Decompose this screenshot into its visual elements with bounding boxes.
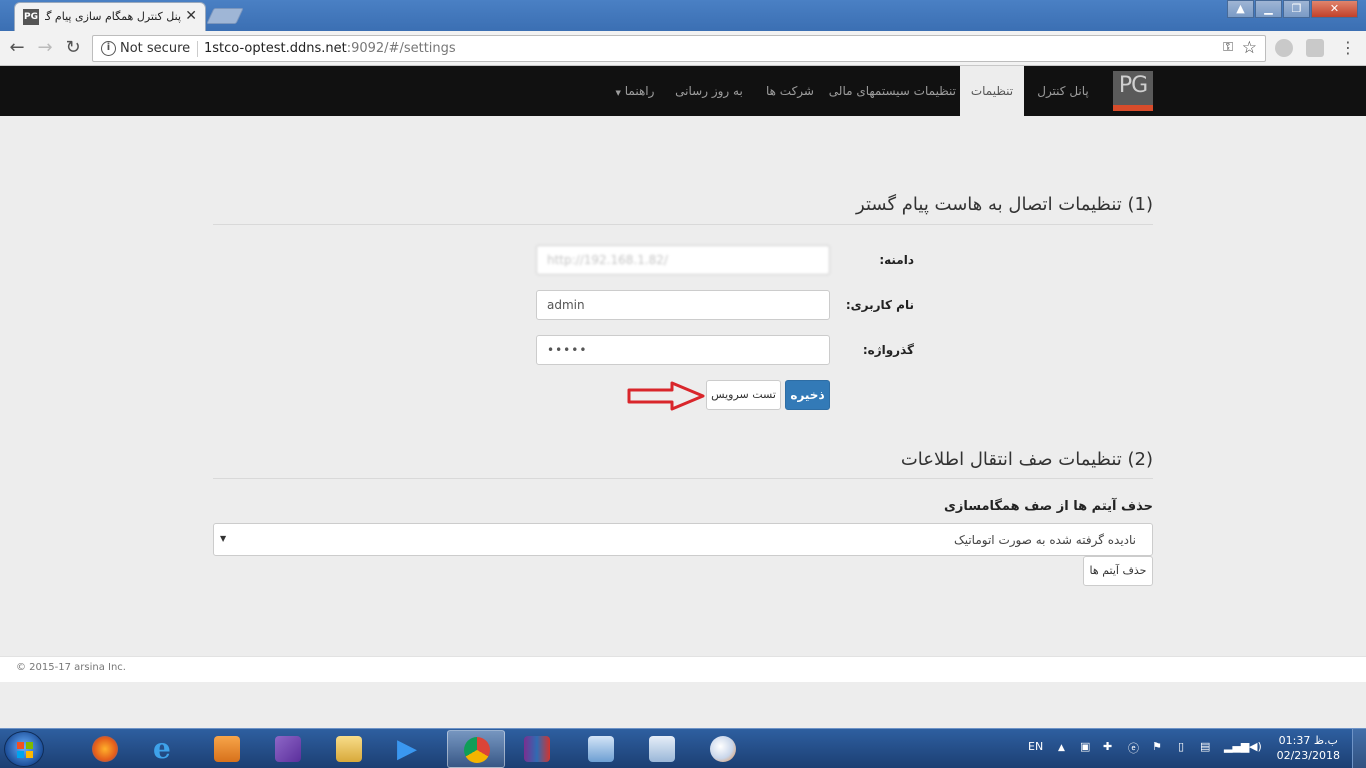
domain-input[interactable]: http://192.168.1.82/ bbox=[536, 245, 830, 275]
url-host: 1stco-optest.ddns.net bbox=[204, 41, 347, 56]
key-icon[interactable]: ⚿ bbox=[1223, 40, 1233, 55]
favicon-icon: PG bbox=[23, 9, 39, 25]
signal-icon[interactable]: ▂▄▆ bbox=[1224, 740, 1249, 753]
windows-logo-icon bbox=[17, 742, 33, 758]
window-close-button[interactable]: ✕ bbox=[1311, 0, 1358, 18]
section-title-host-connection: (1) تنظیمات اتصال به هاست پیام گستر bbox=[856, 194, 1153, 215]
info-icon[interactable]: i bbox=[101, 41, 116, 56]
remove-items-button[interactable]: حذف آیتم ها bbox=[1083, 556, 1153, 586]
winrar-taskbar-icon[interactable] bbox=[508, 730, 566, 768]
password-input[interactable]: ••••• bbox=[536, 335, 830, 365]
internet-explorer-taskbar-icon[interactable]: e bbox=[137, 730, 195, 768]
nav-item-update[interactable]: به روز رسانی bbox=[668, 66, 750, 116]
queue-removal-label: حذف آیتم ها از صف همگامسازی bbox=[943, 499, 1153, 514]
omnibox-divider bbox=[197, 41, 198, 57]
copyright-text: © 2015-17 arsina Inc. bbox=[16, 662, 126, 673]
nav-help-label: راهنما bbox=[624, 84, 655, 98]
queue-removal-select[interactable]: نادیده گرفته شده به صورت اتوماتیک ▼ bbox=[213, 523, 1153, 556]
chevron-down-icon: ▼ bbox=[615, 89, 621, 97]
new-tab-button[interactable] bbox=[206, 8, 244, 24]
forward-arrow-icon[interactable]: → bbox=[34, 38, 56, 60]
section-divider bbox=[213, 478, 1153, 479]
address-bar[interactable]: i Not secure 1stco-optest.ddns.net:9092/… bbox=[92, 35, 1266, 62]
windows-taskbar: e ▶ EN ▲ ▣ ✚ ⓔ ⚑ ▯ ▤ ▂▄▆ ◀) 01:37 ب.ظ 02… bbox=[0, 728, 1366, 768]
file-explorer-taskbar-icon[interactable] bbox=[320, 730, 378, 768]
tray-e-icon[interactable]: ⓔ bbox=[1128, 740, 1139, 756]
nav-item-control-panel[interactable]: پانل کنترل bbox=[1024, 66, 1102, 116]
domain-label: دامنه: bbox=[879, 253, 914, 267]
volume-icon[interactable]: ◀) bbox=[1249, 740, 1262, 753]
page-footer: © 2015-17 arsina Inc. bbox=[0, 656, 1366, 682]
media-player-taskbar-icon[interactable] bbox=[198, 730, 256, 768]
select-caret-icon: ▼ bbox=[220, 534, 227, 543]
nav-item-help[interactable]: راهنما ▼ bbox=[605, 66, 665, 116]
tray-app-icon[interactable]: ✚ bbox=[1103, 740, 1112, 753]
not-secure-label[interactable]: Not secure bbox=[120, 41, 190, 56]
clock-time: 01:37 ب.ظ bbox=[1278, 734, 1338, 747]
test-service-button[interactable]: تست سرویس bbox=[706, 380, 781, 410]
username-label: نام کاربری: bbox=[845, 298, 914, 312]
back-arrow-icon[interactable]: ← bbox=[6, 38, 28, 60]
section-title-queue: (2) تنظیمات صف انتقال اطلاعات bbox=[900, 449, 1153, 470]
visual-studio-taskbar-icon[interactable] bbox=[259, 730, 317, 768]
battery-icon[interactable]: ▯ bbox=[1178, 740, 1184, 753]
tab-title: پنل کنترل همگام سازی پیام گستر bbox=[45, 10, 181, 23]
play-taskbar-icon[interactable]: ▶ bbox=[381, 730, 439, 768]
url-path: :9092/#/settings bbox=[346, 41, 456, 56]
select-value: نادیده گرفته شده به صورت اتوماتیک bbox=[953, 533, 1136, 547]
nav-item-financial-settings[interactable]: تنظیمات سیستمهای مالی bbox=[829, 66, 956, 116]
brand-accent-bar bbox=[1113, 105, 1153, 111]
clock-date: 02/23/2018 bbox=[1276, 749, 1340, 762]
brand-text: PG bbox=[1118, 73, 1148, 98]
extension-icon[interactable] bbox=[1275, 39, 1293, 57]
remote-desktop-taskbar-icon[interactable] bbox=[572, 730, 630, 768]
brand-logo[interactable]: PG bbox=[1113, 71, 1153, 111]
display-icon[interactable]: ▤ bbox=[1200, 740, 1210, 753]
nav-item-companies[interactable]: شرکت ها bbox=[757, 66, 823, 116]
control-panel-taskbar-icon[interactable] bbox=[633, 730, 691, 768]
firefox-taskbar-icon[interactable] bbox=[76, 730, 134, 768]
section-divider bbox=[213, 224, 1153, 225]
red-arrow-annotation-icon bbox=[627, 381, 705, 411]
nav-item-settings[interactable]: تنظیمات bbox=[960, 66, 1024, 116]
network-device-icon[interactable]: ▣ bbox=[1080, 740, 1090, 753]
window-up-button[interactable]: ▲ bbox=[1227, 0, 1254, 18]
browser-tabstrip: PG پنل کنترل همگام سازی پیام گستر ✕ ▲ ▁ … bbox=[0, 0, 1366, 31]
window-controls: ▲ ▁ ❐ ✕ bbox=[1227, 0, 1358, 20]
tab-close-icon[interactable]: ✕ bbox=[185, 8, 197, 24]
language-indicator[interactable]: EN bbox=[1028, 740, 1043, 753]
show-hidden-icons-icon[interactable]: ▲ bbox=[1058, 743, 1065, 753]
save-button[interactable]: ذخیره bbox=[785, 380, 830, 410]
extension-icon[interactable] bbox=[1306, 39, 1324, 57]
start-button[interactable] bbox=[4, 731, 44, 767]
reload-icon[interactable]: ↻ bbox=[62, 38, 84, 60]
minimize-button[interactable]: ▁ bbox=[1255, 0, 1282, 18]
paint-taskbar-icon[interactable] bbox=[694, 730, 752, 768]
username-input[interactable]: admin bbox=[536, 290, 830, 320]
browser-tab[interactable]: PG پنل کنترل همگام سازی پیام گستر ✕ bbox=[14, 2, 206, 31]
app-navbar: PG پانل کنترل تنظیمات تنظیمات سیستمهای م… bbox=[0, 66, 1366, 116]
url-text[interactable]: 1stco-optest.ddns.net:9092/#/settings bbox=[204, 41, 456, 56]
password-label: گذرواژه: bbox=[862, 343, 914, 357]
show-desktop-button[interactable] bbox=[1352, 729, 1366, 768]
action-center-flag-icon[interactable]: ⚑ bbox=[1152, 740, 1162, 753]
browser-menu-icon[interactable]: ⋮ bbox=[1340, 39, 1356, 57]
chrome-taskbar-icon[interactable] bbox=[447, 730, 505, 768]
maximize-button[interactable]: ❐ bbox=[1283, 0, 1310, 18]
browser-toolbar: ← → ↻ i Not secure 1stco-optest.ddns.net… bbox=[0, 31, 1366, 66]
bookmark-star-icon[interactable]: ☆ bbox=[1242, 38, 1257, 58]
system-clock[interactable]: 01:37 ب.ظ 02/23/2018 bbox=[1277, 733, 1340, 763]
